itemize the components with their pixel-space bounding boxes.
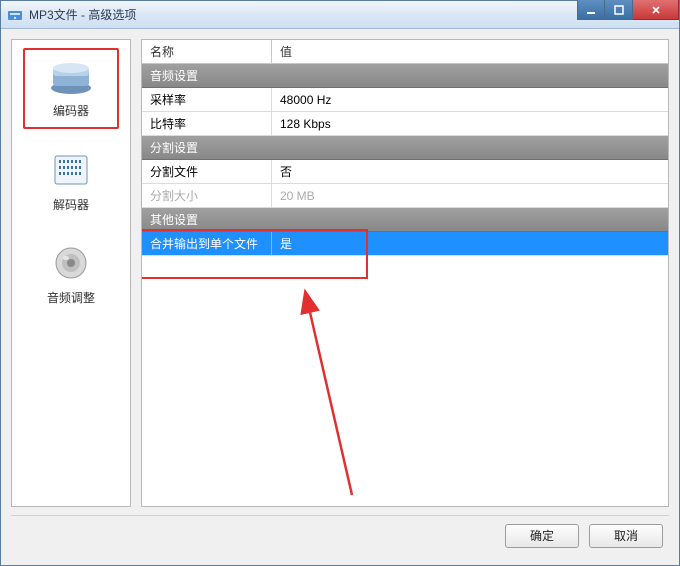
property-value[interactable]: 是 — [272, 232, 668, 255]
property-value: 20 MB — [272, 184, 668, 207]
window-title: MP3文件 - 高级选项 — [29, 6, 136, 23]
property-name: 采样率 — [142, 88, 272, 111]
grid-row[interactable]: 分割文件 否 — [142, 160, 668, 184]
minimize-button[interactable] — [577, 0, 605, 20]
grid-header-row: 名称 值 — [142, 40, 668, 64]
sidebar-item-label: 解码器 — [53, 196, 89, 213]
section-header[interactable]: 其他设置 — [142, 208, 668, 232]
sidebar-item-decoder[interactable]: 解码器 — [23, 143, 119, 222]
encoder-icon — [47, 56, 95, 96]
sidebar-item-audio[interactable]: 音频调整 — [23, 236, 119, 315]
section-title: 音频设置 — [142, 64, 206, 87]
property-name: 分割文件 — [142, 160, 272, 183]
sidebar: 编码器 解码器 音频调整 — [11, 39, 131, 507]
section-title: 其他设置 — [142, 208, 206, 231]
sidebar-item-label: 音频调整 — [47, 289, 95, 306]
property-name: 合并输出到单个文件 — [142, 232, 272, 255]
app-icon — [7, 7, 23, 23]
main-area: 编码器 解码器 音频调整 名称 — [11, 39, 669, 507]
property-grid-panel: 名称 值 音频设置 采样率 48000 Hz 比特率 128 Kbps — [141, 39, 669, 507]
grid-row[interactable]: 比特率 128 Kbps — [142, 112, 668, 136]
section-title: 分割设置 — [142, 136, 206, 159]
grid-row[interactable]: 采样率 48000 Hz — [142, 88, 668, 112]
section-header[interactable]: 分割设置 — [142, 136, 668, 160]
dialog-footer: 确定 取消 — [11, 515, 669, 555]
property-name: 分割大小 — [142, 184, 272, 207]
column-header-value[interactable]: 值 — [272, 40, 668, 63]
window-controls — [577, 0, 679, 20]
grid-row[interactable]: 合并输出到单个文件 是 — [142, 232, 668, 256]
close-button[interactable] — [633, 0, 679, 20]
speaker-icon — [47, 243, 95, 283]
property-value[interactable]: 否 — [272, 160, 668, 183]
decoder-icon — [47, 150, 95, 190]
grid-row: 分割大小 20 MB — [142, 184, 668, 208]
titlebar: MP3文件 - 高级选项 — [1, 1, 679, 29]
column-header-name[interactable]: 名称 — [142, 40, 272, 63]
sidebar-item-label: 编码器 — [53, 102, 89, 119]
cancel-button[interactable]: 取消 — [589, 524, 663, 548]
property-value[interactable]: 128 Kbps — [272, 112, 668, 135]
sidebar-item-encoder[interactable]: 编码器 — [23, 48, 119, 129]
maximize-button[interactable] — [605, 0, 633, 20]
window-frame: MP3文件 - 高级选项 编码器 解码器 — [0, 0, 680, 566]
section-header[interactable]: 音频设置 — [142, 64, 668, 88]
property-grid[interactable]: 名称 值 音频设置 采样率 48000 Hz 比特率 128 Kbps — [142, 40, 668, 256]
ok-button[interactable]: 确定 — [505, 524, 579, 548]
client-area: 编码器 解码器 音频调整 名称 — [1, 29, 679, 565]
property-value[interactable]: 48000 Hz — [272, 88, 668, 111]
property-name: 比特率 — [142, 112, 272, 135]
